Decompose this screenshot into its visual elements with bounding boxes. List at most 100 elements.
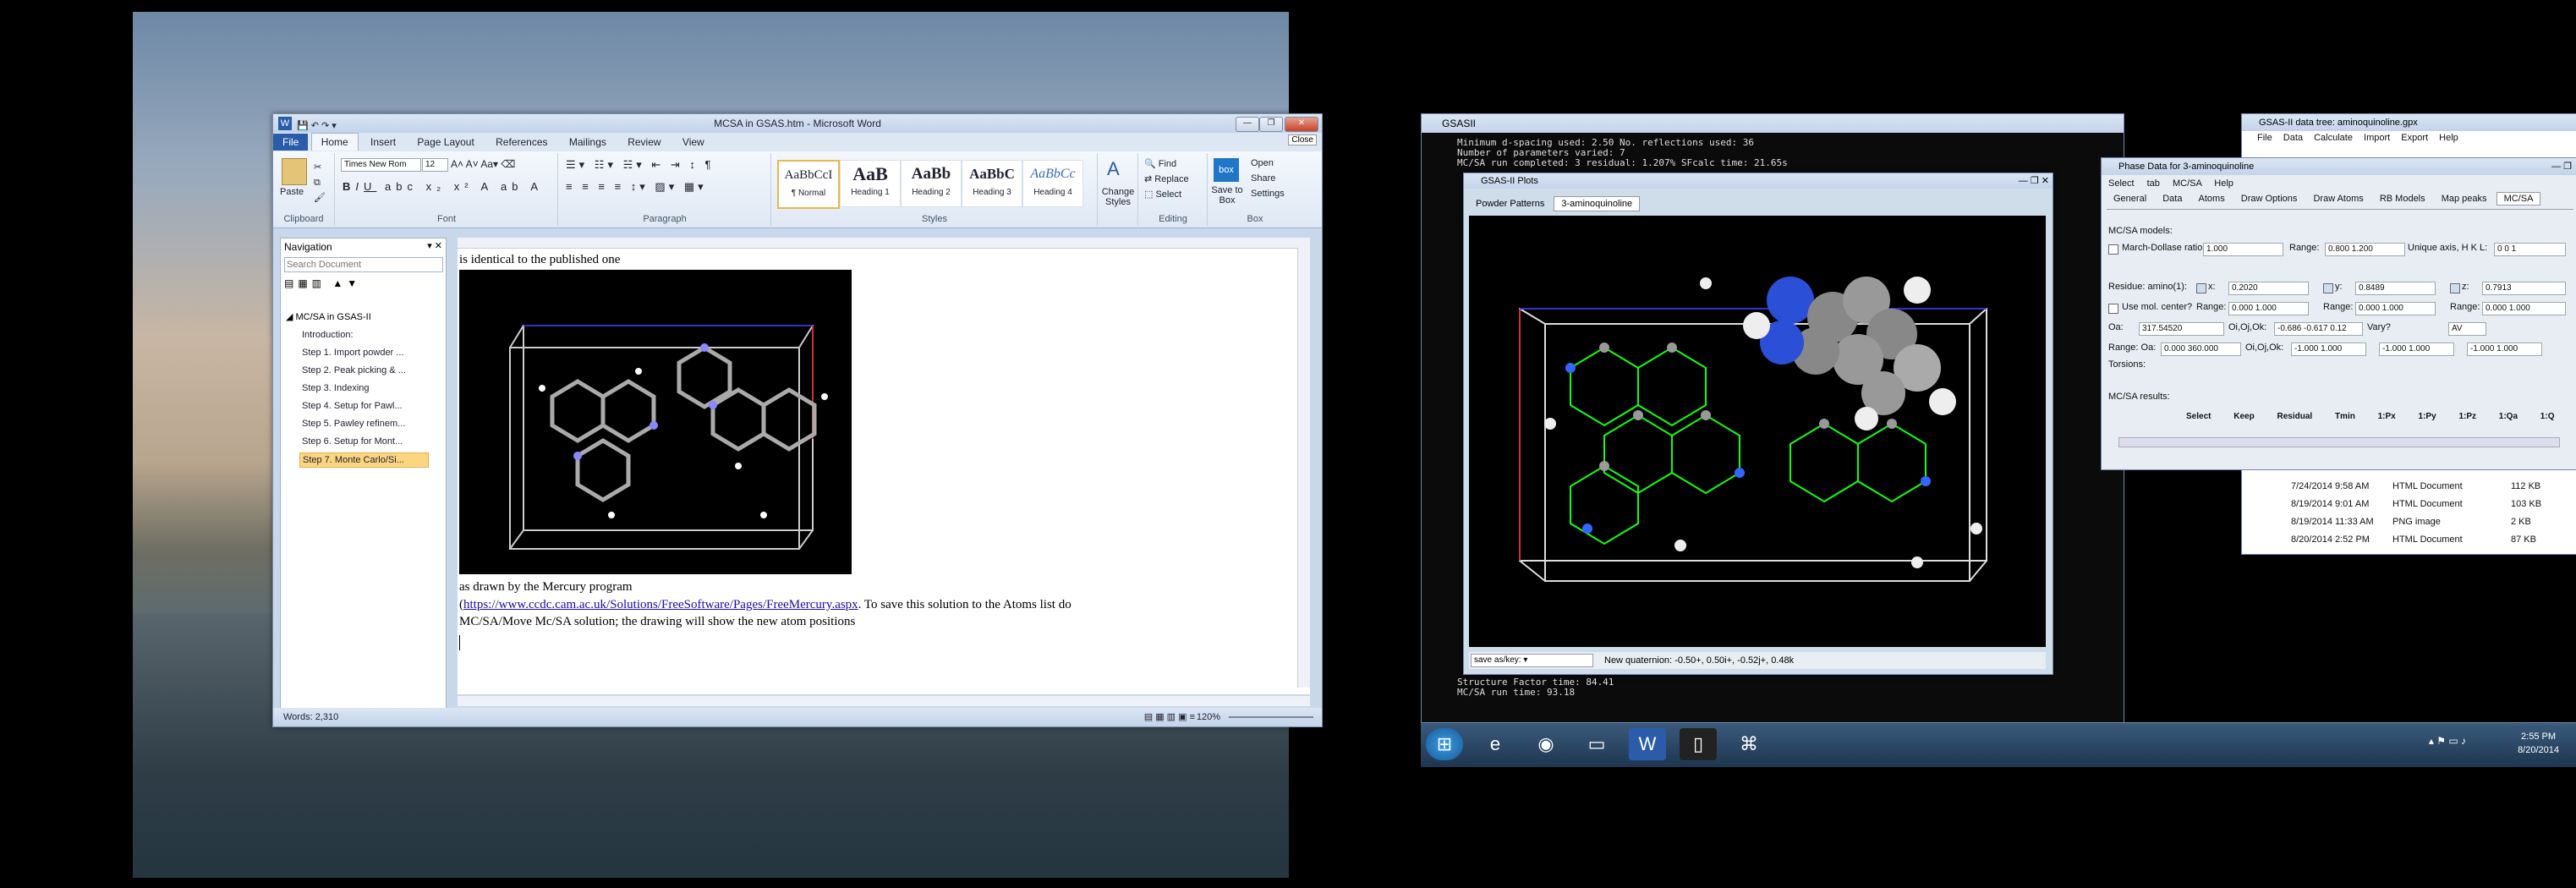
python-taskbar-icon[interactable]: ⌘ xyxy=(1730,728,1768,760)
y-input[interactable]: 0.8489 xyxy=(2355,282,2436,295)
tab-draw-options[interactable]: Draw Options xyxy=(2234,193,2305,205)
col-tmin[interactable]: Tmin xyxy=(2335,412,2355,421)
col-q[interactable]: 1:Q xyxy=(2540,412,2555,421)
menu-select-tab[interactable]: Select tab xyxy=(2108,178,2160,189)
nav-root-heading[interactable]: ◢ MC/SA in GSAS-II xyxy=(286,311,371,322)
save-to-box-button[interactable]: Save to Box xyxy=(1209,185,1246,206)
col-keep[interactable]: Keep xyxy=(2233,412,2254,421)
maximize-button[interactable]: ❐ xyxy=(1259,117,1283,132)
x-vary-checkbox[interactable] xyxy=(2196,283,2206,293)
tab-mailings[interactable]: Mailings xyxy=(560,134,616,151)
range-x-input[interactable]: 0.000 1.000 xyxy=(2228,302,2309,315)
file-explorer-icon[interactable]: ▭ xyxy=(1578,728,1615,760)
close-button[interactable]: ✕ xyxy=(1285,117,1318,132)
nav-item-step1[interactable]: Step 1. Import powder ... xyxy=(299,346,427,359)
nav-item-introduction[interactable]: Introduction: xyxy=(299,328,427,342)
col-pz[interactable]: 1:Pz xyxy=(2458,412,2476,421)
mercury-link[interactable]: https://www.ccdc.cam.ac.uk/Solutions/Fre… xyxy=(463,598,858,611)
box-settings-button[interactable]: Settings xyxy=(1251,189,1285,199)
list-item[interactable]: 8/19/2014 11:33 AM PNG image 2 KB xyxy=(2291,513,2541,531)
start-button-icon[interactable]: ⊞ xyxy=(1426,728,1463,760)
oiojok-input[interactable]: -0.686 -0.617 0.12 xyxy=(2274,322,2363,336)
document-page[interactable]: is identical to the published one as dra… xyxy=(458,238,1310,694)
replace-button[interactable]: ⇄ Replace xyxy=(1144,173,1189,184)
tab-home[interactable]: Home xyxy=(310,133,359,151)
style-heading-3[interactable]: AaBbC Heading 3 xyxy=(962,160,1022,207)
save-as-key-select[interactable]: save as/key: ▾ xyxy=(1471,654,1593,667)
vertical-scrollbar[interactable] xyxy=(1297,248,1310,688)
z-vary-checkbox[interactable] xyxy=(2450,283,2460,293)
nav-item-step6[interactable]: Step 6. Setup for Mont... xyxy=(299,435,427,448)
col-select[interactable]: Select xyxy=(2186,412,2211,421)
view-buttons[interactable]: ▤ ▦ ▥ ▣ ≡ xyxy=(1144,708,1195,726)
zoom-slider[interactable] xyxy=(1229,716,1313,718)
range-oi-input[interactable]: -1.000 1.000 xyxy=(2291,343,2366,356)
range-oa-input[interactable]: 0.000 360.000 xyxy=(2161,343,2241,356)
range-ok-input[interactable]: -1.000 1.000 xyxy=(2467,343,2542,356)
minimize-button[interactable]: — xyxy=(1236,117,1259,132)
style-heading-4[interactable]: AaBbCc Heading 4 xyxy=(1022,160,1083,207)
nav-item-step3[interactable]: Step 3. Indexing xyxy=(299,381,427,395)
zoom-level[interactable]: 120% xyxy=(1197,708,1220,726)
style-heading-1[interactable]: AaB Heading 1 xyxy=(840,160,901,207)
console-taskbar-icon[interactable]: ▯ xyxy=(1680,728,1717,760)
cut-copy-icons[interactable]: ✂ ⧉ 🖌 xyxy=(314,160,326,206)
tab-rb-models[interactable]: RB Models xyxy=(2373,193,2432,205)
menu-help[interactable]: Help xyxy=(2214,178,2233,189)
tab-atoms[interactable]: Atoms xyxy=(2192,193,2232,205)
tab-draw-atoms[interactable]: Draw Atoms xyxy=(2306,193,2370,205)
find-button[interactable]: 🔍 Find xyxy=(1144,158,1176,169)
alignment-buttons[interactable]: ≡ ≡ ≡ ≡ ↕▾ ▨▾ ▦▾ xyxy=(566,180,707,194)
word-app-icon[interactable]: W xyxy=(278,117,292,130)
font-name-select[interactable]: Times New Rom xyxy=(341,158,421,172)
tab-view[interactable]: View xyxy=(673,134,714,151)
tray-icons[interactable]: ▴ ⚑ ▭ ♪ xyxy=(2429,735,2466,747)
menu-data[interactable]: Data xyxy=(2283,133,2303,143)
menu-calculate[interactable]: Calculate xyxy=(2314,133,2353,143)
list-buttons[interactable]: ☰▾ ☷▾ ☵▾ ⇤ ⇥ ↕ ¶ xyxy=(566,158,714,172)
menu-help[interactable]: Help xyxy=(2439,133,2458,143)
nav-item-step4[interactable]: Step 4. Setup for Pawl... xyxy=(299,399,427,413)
paste-icon[interactable] xyxy=(282,158,307,185)
word-taskbar-icon[interactable]: W xyxy=(1629,728,1666,760)
tab-data[interactable]: Data xyxy=(2156,193,2189,205)
paste-button[interactable]: Paste xyxy=(280,187,304,197)
col-py[interactable]: 1:Py xyxy=(2419,412,2436,421)
menu-mcsa[interactable]: MC/SA xyxy=(2173,178,2201,189)
tab-powder-patterns[interactable]: Powder Patterns xyxy=(1469,197,1551,211)
nav-item-step2[interactable]: Step 2. Peak picking & ... xyxy=(299,364,427,377)
tab-review[interactable]: Review xyxy=(618,134,670,151)
z-input[interactable]: 0.7913 xyxy=(2482,282,2566,295)
y-vary-checkbox[interactable] xyxy=(2323,283,2333,293)
menu-export[interactable]: Export xyxy=(2401,133,2428,143)
style-heading-2[interactable]: AaBb Heading 2 xyxy=(901,160,962,207)
box-logo-icon[interactable]: box xyxy=(1214,158,1239,182)
tab-mcsa[interactable]: MC/SA xyxy=(2496,192,2541,206)
tab-map-peaks[interactable]: Map peaks xyxy=(2435,193,2494,205)
list-item[interactable]: 8/19/2014 9:01 AM HTML Document 103 KB xyxy=(2291,496,2541,513)
march-range-input[interactable]: 0.800 1.200 xyxy=(2325,243,2405,256)
tab-page-layout[interactable]: Page Layout xyxy=(408,134,483,151)
march-dollase-input[interactable]: 1.000 xyxy=(2203,243,2283,256)
word-count[interactable]: Words: 2,310 xyxy=(283,712,338,722)
tab-general[interactable]: General xyxy=(2107,193,2153,205)
range-oj-input[interactable]: -1.000 1.000 xyxy=(2379,343,2454,356)
media-player-icon[interactable]: ◉ xyxy=(1527,728,1565,760)
grow-shrink-font-icons[interactable]: A˄ A˅ Aa▾ ⌫ xyxy=(451,158,515,170)
box-open-button[interactable]: Open xyxy=(1251,158,1274,168)
menu-import[interactable]: Import xyxy=(2364,133,2390,143)
x-input[interactable]: 0.2020 xyxy=(2228,282,2309,295)
use-mol-center-checkbox[interactable] xyxy=(2108,304,2118,314)
plots-window-controls[interactable]: — ❐ ✕ xyxy=(2019,173,2049,189)
font-format-buttons[interactable]: BIU abc x₂ x² A ab A xyxy=(343,180,543,193)
menu-file[interactable]: File xyxy=(2257,133,2272,143)
march-dollase-checkbox[interactable] xyxy=(2108,244,2118,255)
nav-item-step5[interactable]: Step 5. Pawley refinem... xyxy=(299,417,427,430)
phase-window-controls[interactable]: — ❐ xyxy=(2551,158,2572,175)
select-button[interactable]: ⬚ Select xyxy=(1144,189,1181,200)
horizontal-ruler[interactable] xyxy=(458,238,1310,249)
horizontal-scrollbar[interactable] xyxy=(458,696,1310,706)
nav-view-tabs[interactable]: ▤▦▥ ▲▼ xyxy=(284,277,361,289)
box-share-button[interactable]: Share xyxy=(1251,173,1275,184)
navigation-close-icon[interactable]: ▾ ✕ xyxy=(427,240,442,251)
